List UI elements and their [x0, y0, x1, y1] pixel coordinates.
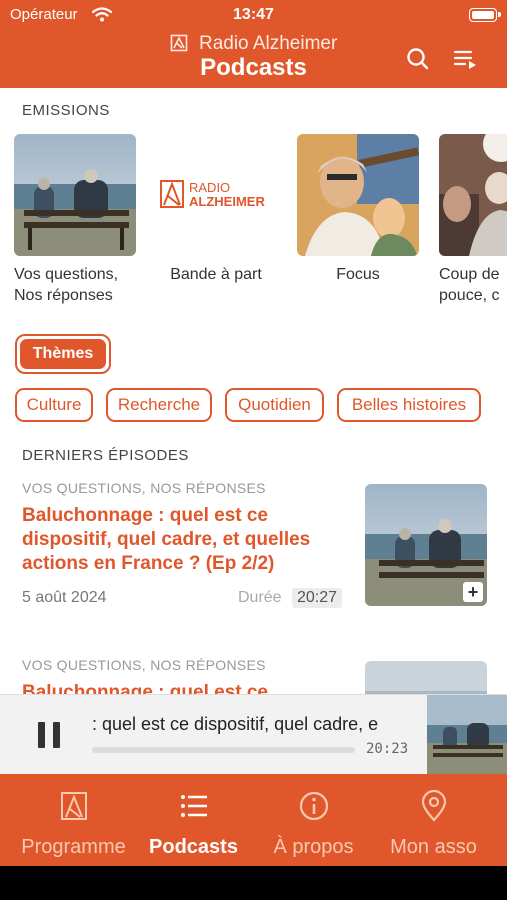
chip-culture[interactable]: Culture	[15, 388, 93, 422]
emission-title: Focus	[297, 264, 419, 285]
emission-card[interactable]: Coup de pouce, c	[439, 134, 507, 306]
status-bar: Opérateur 13:47	[10, 6, 501, 26]
player-time: 20:23	[366, 741, 409, 757]
chip-belles-histoires[interactable]: Belles histoires	[337, 388, 481, 422]
tab-label: À propos	[273, 836, 354, 858]
tab-bar: Programme Podcasts À propos Mon asso	[0, 774, 507, 866]
clock: 13:47	[233, 6, 274, 23]
tab-label: Podcasts	[149, 836, 238, 858]
radio-logo-icon	[170, 34, 187, 52]
battery-icon	[469, 8, 501, 22]
emission-thumbnail	[14, 134, 136, 256]
tab-label: Mon asso	[390, 836, 477, 858]
episode-date: 5 août 2024	[22, 589, 107, 606]
tab-a-propos[interactable]: À propos	[250, 774, 377, 866]
emission-title-line1: Vos questions,	[14, 266, 119, 283]
search-icon[interactable]	[405, 46, 431, 72]
brand-label: Radio Alzheimer	[198, 33, 338, 54]
svg-text:RADIO: RADIO	[189, 180, 230, 195]
episodes-heading: DERNIERS ÉPISODES	[22, 447, 189, 464]
episode-thumbnail[interactable]: +	[365, 484, 487, 606]
emission-title-line2: pouce, c	[439, 287, 500, 304]
tab-label: Programme	[21, 836, 126, 858]
emission-title-line1: Coup de	[439, 266, 500, 283]
header: Opérateur 13:47 Radio Alzheimer Podcasts	[0, 0, 507, 88]
emission-title-line1: Focus	[336, 266, 380, 283]
tab-podcasts[interactable]: Podcasts	[130, 774, 257, 866]
player-progress-bar[interactable]	[92, 747, 355, 753]
emission-thumbnail: RADIO ALZHEIMER	[155, 134, 277, 256]
emission-card[interactable]: Focus	[297, 134, 419, 285]
app-screen: Opérateur 13:47 Radio Alzheimer Podcasts	[0, 0, 507, 866]
emission-title: Coup de pouce, c	[439, 264, 507, 306]
radio-alzheimer-logo: RADIO ALZHEIMER	[160, 180, 265, 209]
pause-icon[interactable]	[38, 722, 60, 748]
chip-recherche[interactable]: Recherche	[106, 388, 212, 422]
themes-button[interactable]: Thèmes	[15, 334, 111, 374]
chip-quotidien[interactable]: Quotidien	[225, 388, 324, 422]
emission-title: Bande à part	[155, 264, 277, 285]
emission-title-line2: Nos réponses	[14, 287, 113, 304]
tab-programme[interactable]: Programme	[10, 774, 137, 866]
list-icon	[180, 795, 207, 817]
add-to-queue-icon[interactable]: +	[463, 582, 483, 602]
episode-show: VOS QUESTIONS, NOS RÉPONSES	[22, 480, 266, 496]
svg-text:ALZHEIMER: ALZHEIMER	[189, 194, 265, 209]
emissions-heading: EMISSIONS	[22, 102, 110, 119]
episode-duration: 20:27	[292, 588, 343, 608]
radio-logo-icon	[60, 792, 87, 820]
emission-card[interactable]: RADIO ALZHEIMER Bande à part	[155, 134, 277, 285]
emission-thumbnail	[439, 134, 507, 256]
tab-mon-asso[interactable]: Mon asso	[370, 774, 497, 866]
player-thumbnail[interactable]	[427, 695, 507, 775]
emissions-carousel[interactable]: Vos questions, Nos réponses RADIO ALZHEI…	[0, 134, 507, 314]
mini-player[interactable]: : quel est ce dispositif, quel cadre, e …	[0, 694, 507, 775]
emission-title-line1: Bande à part	[170, 266, 262, 283]
emission-thumbnail	[297, 134, 419, 256]
emission-card[interactable]: Vos questions, Nos réponses	[14, 134, 136, 306]
duration-label: Durée	[238, 589, 282, 606]
episode-title[interactable]: Baluchonnage : quel est ce dispositif, q…	[22, 504, 352, 576]
info-icon	[299, 791, 328, 821]
player-title: : quel est ce dispositif, quel cadre, e	[92, 714, 379, 734]
episode-show: VOS QUESTIONS, NOS RÉPONSES	[22, 657, 266, 673]
playlist-icon[interactable]	[452, 46, 478, 72]
themes-button-label: Thèmes	[20, 339, 106, 369]
emission-title: Vos questions, Nos réponses	[14, 264, 136, 306]
location-pin-icon	[421, 790, 446, 822]
